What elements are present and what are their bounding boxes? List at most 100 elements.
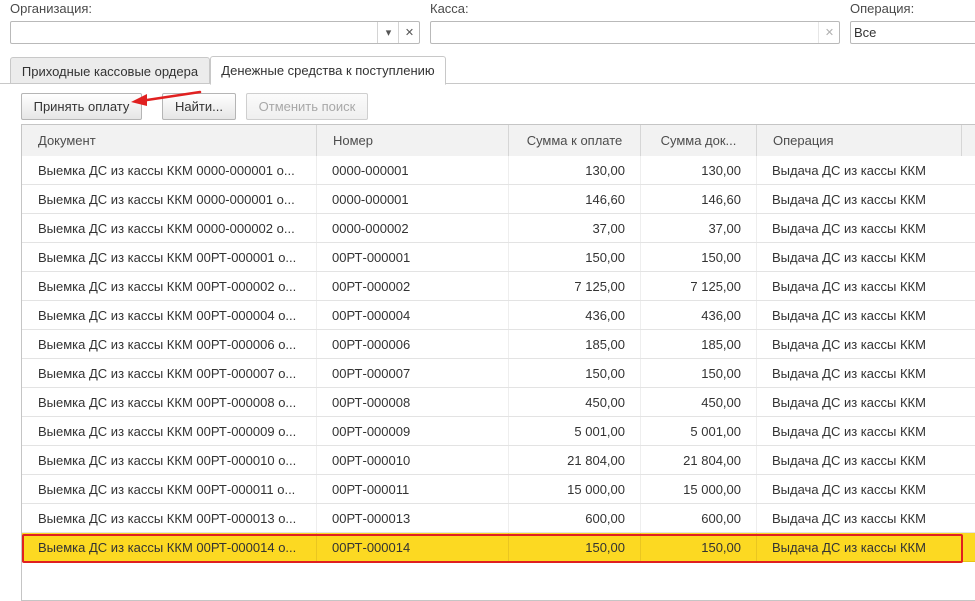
cell-document: Выемка ДС из кассы ККМ 00РТ-000001 о... <box>22 243 317 271</box>
cell-sum-to-pay: 130,00 <box>509 156 641 184</box>
cell-sum-doc: 150,00 <box>641 243 757 271</box>
cell-document: Выемка ДС из кассы ККМ 00РТ-000013 о... <box>22 504 317 532</box>
cell-number: 00РТ-000002 <box>317 272 509 300</box>
cell-number: 00РТ-000009 <box>317 417 509 445</box>
table-row[interactable]: Выемка ДС из кассы ККМ 0000-000001 о... 0… <box>22 185 975 214</box>
chevron-down-icon[interactable]: ▾ <box>377 22 399 43</box>
cell-document: Выемка ДС из кассы ККМ 0000-000002 о... <box>22 214 317 242</box>
cell-operation: Выдача ДС из кассы ККМ <box>772 192 926 207</box>
cell-document: Выемка ДС из кассы ККМ 00РТ-000008 о... <box>22 388 317 416</box>
table-row[interactable]: Выемка ДС из кассы ККМ 00РТ-000007 о... 0… <box>22 359 975 388</box>
cell-number: 0000-000002 <box>317 214 509 242</box>
cell-operation: Выдача ДС из кассы ККМ <box>772 395 926 410</box>
cell-sum-doc: 21 804,00 <box>641 446 757 474</box>
column-header-sum-doc[interactable]: Сумма док... <box>641 125 757 156</box>
cell-operation: Выдача ДС из кассы ККМ <box>772 250 926 265</box>
highlight-frame <box>22 534 963 563</box>
table-header: Документ Номер Сумма к оплате Сумма док.… <box>22 125 975 157</box>
cell-number: 00РТ-000008 <box>317 388 509 416</box>
operation-label: Операция: <box>850 1 915 16</box>
table-row[interactable]: Выемка ДС из кассы ККМ 0000-000001 о... 0… <box>22 156 975 185</box>
cell-sum-doc: 185,00 <box>641 330 757 358</box>
table-row[interactable]: Выемка ДС из кассы ККМ 00РТ-000009 о... 0… <box>22 417 975 446</box>
table-row[interactable]: Выемка ДС из кассы ККМ 00РТ-000011 о... 0… <box>22 475 975 504</box>
cell-sum-doc: 7 125,00 <box>641 272 757 300</box>
cell-sum-to-pay: 146,60 <box>509 185 641 213</box>
cell-operation: Выдача ДС из кассы ККМ <box>772 511 926 526</box>
cell-sum-to-pay: 37,00 <box>509 214 641 242</box>
cell-operation: Выдача ДС из кассы ККМ <box>772 279 926 294</box>
cell-number: 00РТ-000010 <box>317 446 509 474</box>
close-icon[interactable]: ✕ <box>818 22 840 43</box>
table-row[interactable]: Выемка ДС из кассы ККМ 00РТ-000013 о... 0… <box>22 504 975 533</box>
cell-sum-doc: 436,00 <box>641 301 757 329</box>
cell-document: Выемка ДС из кассы ККМ 0000-000001 о... <box>22 185 317 213</box>
cell-operation: Выдача ДС из кассы ККМ <box>772 308 926 323</box>
cell-document: Выемка ДС из кассы ККМ 00РТ-000002 о... <box>22 272 317 300</box>
table-row[interactable]: Выемка ДС из кассы ККМ 0000-000002 о... 0… <box>22 214 975 243</box>
cell-document: Выемка ДС из кассы ККМ 00РТ-000006 о... <box>22 330 317 358</box>
cell-sum-doc: 37,00 <box>641 214 757 242</box>
cell-operation: Выдача ДС из кассы ККМ <box>772 337 926 352</box>
cell-document: Выемка ДС из кассы ККМ 00РТ-000007 о... <box>22 359 317 387</box>
kassa-label: Касса: <box>430 1 469 16</box>
column-header-number[interactable]: Номер <box>317 125 509 156</box>
accept-payment-label: Принять оплату <box>33 99 130 114</box>
cell-operation: Выдача ДС из кассы ККМ <box>772 366 926 381</box>
column-header-sum-to-pay[interactable]: Сумма к оплате <box>509 125 641 156</box>
cell-sum-to-pay: 450,00 <box>509 388 641 416</box>
cell-sum-doc: 130,00 <box>641 156 757 184</box>
cell-document: Выемка ДС из кассы ККМ 00РТ-000009 о... <box>22 417 317 445</box>
cell-sum-to-pay: 5 001,00 <box>509 417 641 445</box>
cell-sum-doc: 5 001,00 <box>641 417 757 445</box>
accept-payment-button[interactable]: Принять оплату <box>21 93 142 120</box>
cancel-search-button[interactable]: Отменить поиск <box>246 93 368 120</box>
cell-sum-to-pay: 21 804,00 <box>509 446 641 474</box>
tab-label: Приходные кассовые ордера <box>21 64 199 79</box>
operation-select[interactable]: Все <box>850 21 975 44</box>
cell-document: Выемка ДС из кассы ККМ 0000-000001 о... <box>22 156 317 184</box>
cell-document: Выемка ДС из кассы ККМ 00РТ-000004 о... <box>22 301 317 329</box>
cell-number: 0000-000001 <box>317 185 509 213</box>
table-row[interactable]: Выемка ДС из кассы ККМ 00РТ-000004 о... 0… <box>22 301 975 330</box>
tab-label: Денежные средства к поступлению <box>221 63 435 78</box>
cell-sum-doc: 146,60 <box>641 185 757 213</box>
cell-number: 00РТ-000006 <box>317 330 509 358</box>
cell-number: 0000-000001 <box>317 156 509 184</box>
cell-operation: Выдача ДС из кассы ККМ <box>772 453 926 468</box>
cell-document: Выемка ДС из кассы ККМ 00РТ-000011 о... <box>22 475 317 503</box>
table-row[interactable]: Выемка ДС из кассы ККМ 00РТ-000001 о... 0… <box>22 243 975 272</box>
cell-sum-to-pay: 436,00 <box>509 301 641 329</box>
cell-sum-to-pay: 15 000,00 <box>509 475 641 503</box>
cell-sum-doc: 15 000,00 <box>641 475 757 503</box>
cell-sum-to-pay: 185,00 <box>509 330 641 358</box>
cell-operation: Выдача ДС из кассы ККМ <box>772 163 926 178</box>
column-header-document[interactable]: Документ <box>22 125 317 156</box>
cell-operation: Выдача ДС из кассы ККМ <box>772 482 926 497</box>
red-arrow-icon <box>131 90 202 106</box>
table-row[interactable]: Выемка ДС из кассы ККМ 00РТ-000008 о... 0… <box>22 388 975 417</box>
close-icon[interactable]: ✕ <box>398 22 420 43</box>
table-row[interactable]: Выемка ДС из кассы ККМ 00РТ-000002 о... 0… <box>22 272 975 301</box>
cell-operation: Выдача ДС из кассы ККМ <box>772 424 926 439</box>
cell-sum-doc: 450,00 <box>641 388 757 416</box>
cell-sum-to-pay: 150,00 <box>509 359 641 387</box>
cell-sum-doc: 150,00 <box>641 359 757 387</box>
table-row[interactable]: Выемка ДС из кассы ККМ 00РТ-000006 о... 0… <box>22 330 975 359</box>
cell-sum-doc: 600,00 <box>641 504 757 532</box>
cell-document: Выемка ДС из кассы ККМ 00РТ-000010 о... <box>22 446 317 474</box>
column-header-operation[interactable]: Операция <box>757 125 962 156</box>
operation-value: Все <box>854 25 877 40</box>
cell-sum-to-pay: 600,00 <box>509 504 641 532</box>
cell-sum-to-pay: 150,00 <box>509 243 641 271</box>
cell-number: 00РТ-000001 <box>317 243 509 271</box>
cell-sum-to-pay: 7 125,00 <box>509 272 641 300</box>
table-row[interactable]: Выемка ДС из кассы ККМ 00РТ-000010 о... 0… <box>22 446 975 475</box>
organization-field[interactable]: ▾ ✕ <box>10 21 420 44</box>
kassa-field[interactable]: ✕ <box>430 21 840 44</box>
cell-operation: Выдача ДС из кассы ККМ <box>772 221 926 236</box>
tab-funds-to-receive[interactable]: Денежные средства к поступлению <box>210 56 446 85</box>
cell-number: 00РТ-000004 <box>317 301 509 329</box>
tab-cash-receipt-orders[interactable]: Приходные кассовые ордера <box>10 57 210 84</box>
cell-number: 00РТ-000007 <box>317 359 509 387</box>
